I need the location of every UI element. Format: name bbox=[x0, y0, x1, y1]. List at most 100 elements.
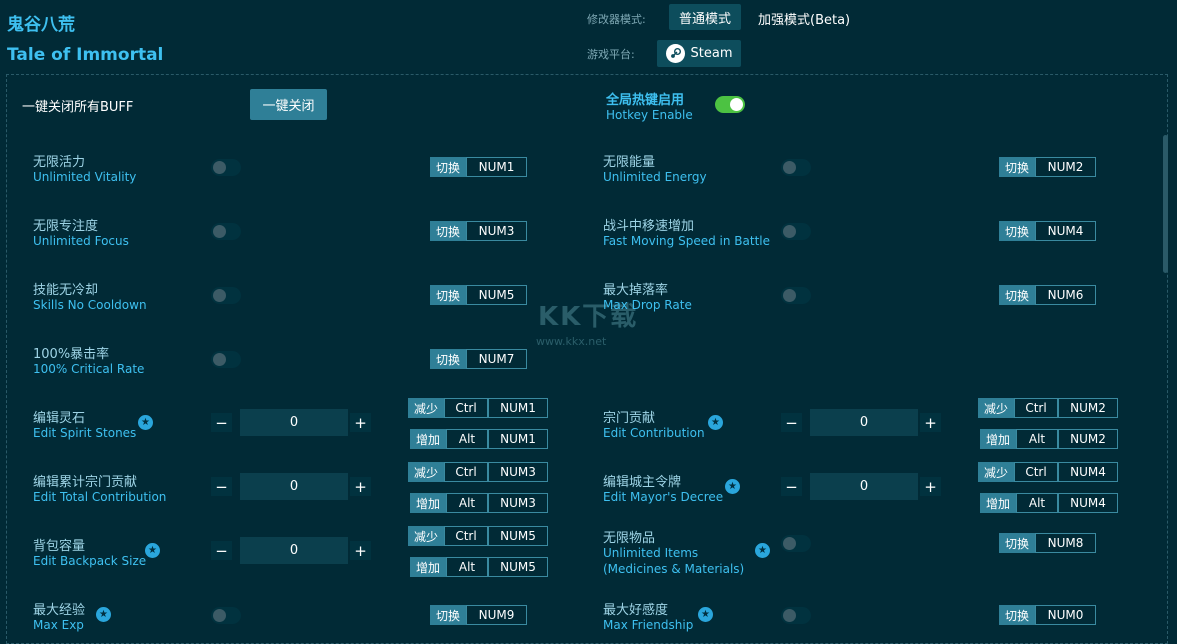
hotkey-increase-group: 增加 Alt NUM2 bbox=[980, 429, 1119, 449]
cheat-toggle[interactable] bbox=[211, 287, 241, 304]
value-input[interactable]: 0 bbox=[810, 473, 918, 500]
cheat-label-en: Max Friendship bbox=[603, 618, 694, 632]
cheat-label-cn: 最大掉落率 bbox=[603, 283, 669, 298]
hotkey-increase-group: 增加 Alt NUM1 bbox=[410, 429, 549, 449]
hotkey-key: NUM1 bbox=[466, 157, 528, 177]
decrement-button[interactable]: − bbox=[781, 413, 802, 432]
hotkey-decrease-tag: 减少 bbox=[408, 398, 445, 418]
increment-button[interactable]: + bbox=[920, 413, 941, 432]
cheat-label-cn: 战斗中移速增加 bbox=[603, 219, 695, 234]
value-input[interactable]: 0 bbox=[240, 537, 348, 564]
hotkey-increase-group: 增加 Alt NUM3 bbox=[410, 493, 549, 513]
hotkey-key: NUM6 bbox=[1035, 285, 1097, 305]
edit-label-en: Edit Total Contribution bbox=[33, 490, 167, 504]
hotkey-key: NUM1 bbox=[488, 429, 549, 449]
increment-button[interactable]: + bbox=[350, 413, 371, 432]
hotkey-switch-tag: 切换 bbox=[999, 533, 1036, 553]
platform-label: 游戏平台: bbox=[587, 48, 635, 61]
hotkey-key: NUM3 bbox=[488, 493, 549, 513]
cheat-label-cn: 无限专注度 bbox=[33, 219, 99, 234]
hotkey-toggle-group: 切换 NUM9 bbox=[430, 605, 528, 625]
cheat-toggle[interactable] bbox=[781, 607, 811, 624]
mode-enhanced-button[interactable]: 加强模式(Beta) bbox=[758, 9, 850, 28]
app-title-cn: 鬼谷八荒 bbox=[7, 15, 75, 35]
hotkey-decrease-group: 减少 Ctrl NUM5 bbox=[408, 526, 549, 546]
hotkey-modifier: Ctrl bbox=[444, 526, 489, 546]
value-input[interactable]: 0 bbox=[810, 409, 918, 436]
cheat-label-en: Fast Moving Speed in Battle bbox=[603, 234, 770, 248]
cheat-label-en-sub: (Medicines & Materials) bbox=[603, 562, 745, 576]
cheat-toggle[interactable] bbox=[781, 535, 811, 552]
hotkey-toggle-group: 切换 NUM6 bbox=[999, 285, 1097, 305]
hotkey-key: NUM7 bbox=[466, 349, 528, 369]
hotkey-decrease-tag: 减少 bbox=[978, 462, 1015, 482]
app-title-en: Tale of Immortal bbox=[7, 45, 164, 65]
cheat-toggle[interactable] bbox=[211, 351, 241, 368]
decrement-button[interactable]: − bbox=[211, 477, 232, 496]
increment-button[interactable]: + bbox=[350, 477, 371, 496]
hotkey-decrease-tag: 减少 bbox=[408, 462, 445, 482]
cheat-toggle[interactable] bbox=[211, 159, 241, 176]
hotkey-switch-tag: 切换 bbox=[999, 605, 1036, 625]
cheat-toggle[interactable] bbox=[781, 223, 811, 240]
hotkey-switch-tag: 切换 bbox=[999, 285, 1036, 305]
star-icon: ★ bbox=[145, 543, 160, 558]
value-input[interactable]: 0 bbox=[240, 473, 348, 500]
increment-button[interactable]: + bbox=[350, 541, 371, 560]
hotkey-key: NUM1 bbox=[488, 398, 549, 418]
hotkey-key: NUM4 bbox=[1035, 221, 1097, 241]
edit-label-cn: 编辑灵石 bbox=[33, 411, 86, 426]
cheat-toggle[interactable] bbox=[781, 287, 811, 304]
hotkey-decrease-group: 减少 Ctrl NUM3 bbox=[408, 462, 549, 482]
edit-label-en: Edit Spirit Stones bbox=[33, 426, 137, 440]
hotkey-increase-group: 增加 Alt NUM5 bbox=[410, 557, 549, 577]
decrement-button[interactable]: − bbox=[781, 477, 802, 496]
increment-button[interactable]: + bbox=[920, 477, 941, 496]
edit-label-en: Edit Mayor's Decree bbox=[603, 490, 724, 504]
cheat-label-cn: 最大好感度 bbox=[603, 603, 669, 618]
hotkey-increase-tag: 增加 bbox=[980, 493, 1017, 513]
cheat-toggle[interactable] bbox=[211, 223, 241, 240]
hotkey-key: NUM2 bbox=[1058, 429, 1119, 449]
hotkey-modifier: Alt bbox=[446, 557, 489, 577]
hotkey-modifier: Ctrl bbox=[1014, 398, 1059, 418]
hotkey-key: NUM4 bbox=[1058, 462, 1119, 482]
hotkey-toggle-group: 切换 NUM8 bbox=[999, 533, 1097, 553]
star-icon: ★ bbox=[725, 479, 740, 494]
hotkey-key: NUM2 bbox=[1058, 398, 1119, 418]
mode-normal-button[interactable]: 普通模式 bbox=[669, 4, 741, 30]
hotkey-switch-tag: 切换 bbox=[999, 221, 1036, 241]
hotkey-switch-tag: 切换 bbox=[430, 605, 467, 625]
cheat-label-cn: 技能无冷却 bbox=[33, 283, 99, 298]
hotkey-modifier: Alt bbox=[1016, 493, 1059, 513]
cheat-toggle[interactable] bbox=[211, 607, 241, 624]
cheat-label-en: Unlimited Items bbox=[603, 546, 699, 560]
hotkey-toggle-group: 切换 NUM1 bbox=[430, 157, 528, 177]
hotkey-label-en: Hotkey Enable bbox=[606, 108, 693, 122]
watermark-url: www.kkx.net bbox=[536, 335, 607, 348]
edit-label-cn: 编辑累计宗门贡献 bbox=[33, 475, 138, 490]
edit-label-en: Edit Contribution bbox=[603, 426, 705, 440]
hotkey-enable-toggle[interactable] bbox=[715, 96, 745, 113]
hotkey-modifier: Ctrl bbox=[444, 398, 489, 418]
hotkey-increase-group: 增加 Alt NUM4 bbox=[980, 493, 1119, 513]
hotkey-key: NUM9 bbox=[466, 605, 528, 625]
hotkey-decrease-group: 减少 Ctrl NUM2 bbox=[978, 398, 1119, 418]
platform-name: Steam bbox=[690, 46, 733, 61]
decrement-button[interactable]: − bbox=[211, 541, 232, 560]
cheat-label-en: 100% Critical Rate bbox=[33, 362, 145, 376]
scrollbar[interactable] bbox=[1163, 135, 1168, 273]
cheat-label-cn: 最大经验 bbox=[33, 603, 86, 618]
hotkey-key: NUM5 bbox=[466, 285, 528, 305]
close-all-button[interactable]: 一键关闭 bbox=[250, 89, 327, 120]
hotkey-decrease-tag: 减少 bbox=[978, 398, 1015, 418]
hotkey-toggle-group: 切换 NUM0 bbox=[999, 605, 1097, 625]
decrement-button[interactable]: − bbox=[211, 413, 232, 432]
value-input[interactable]: 0 bbox=[240, 409, 348, 436]
cheat-label-en: Skills No Cooldown bbox=[33, 298, 147, 312]
cheat-label-cn: 无限物品 bbox=[603, 531, 656, 546]
cheat-toggle[interactable] bbox=[781, 159, 811, 176]
cheat-label-en: Max Drop Rate bbox=[603, 298, 692, 312]
platform-steam-button[interactable]: Steam bbox=[657, 40, 741, 67]
hotkey-increase-tag: 增加 bbox=[410, 557, 447, 577]
